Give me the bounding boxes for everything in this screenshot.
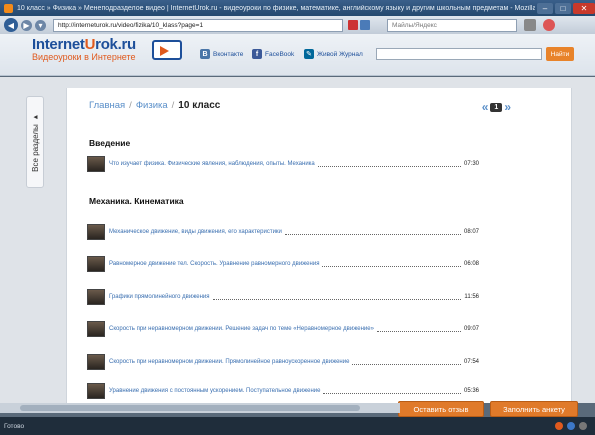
- firefox-icon: [4, 3, 13, 13]
- breadcrumb-subject[interactable]: Физика: [136, 100, 168, 111]
- history-dropdown-icon[interactable]: ▾: [35, 19, 46, 31]
- breadcrumb: Главная / Физика / 10 класс: [89, 100, 221, 111]
- browser-search-input[interactable]: Майлы/Яндекс: [387, 18, 517, 32]
- facebook-icon: f: [252, 49, 262, 59]
- search-go-icon[interactable]: [524, 19, 536, 31]
- tray-icon[interactable]: [555, 422, 563, 430]
- pager-next-button[interactable]: »: [504, 100, 511, 114]
- maximize-button[interactable]: □: [555, 2, 571, 14]
- lesson-title[interactable]: Скорость при неравномерном движении. Пря…: [109, 359, 349, 365]
- lesson-item[interactable]: Скорость при неравномерном движении. Пря…: [87, 352, 479, 372]
- lesson-thumbnail[interactable]: [87, 354, 105, 370]
- social-link-facebook[interactable]: f FaceBook: [252, 49, 294, 59]
- close-button[interactable]: ✕: [573, 2, 595, 14]
- address-bar[interactable]: http://interneturok.ru/video/fizika/10_k…: [53, 18, 343, 32]
- site-search-button[interactable]: Найти: [546, 47, 574, 61]
- lesson-list-panel: Главная / Физика / 10 класс « 1 » Введен…: [66, 88, 572, 403]
- lesson-item[interactable]: Что изучает физика. Физические явления, …: [87, 154, 479, 174]
- site-search-input[interactable]: [376, 48, 542, 60]
- lesson-title[interactable]: Скорость при неравномерном движении. Реш…: [109, 326, 374, 332]
- lesson-item[interactable]: Уравнение движения с постоянным ускорени…: [87, 381, 479, 401]
- status-text: Готово: [4, 422, 25, 430]
- livejournal-icon: ✎: [304, 49, 314, 59]
- pager-current-page[interactable]: 1: [490, 102, 503, 112]
- lesson-duration: 07:30: [463, 161, 479, 167]
- lesson-duration: 05:36: [463, 388, 479, 394]
- lesson-thumbnail[interactable]: [87, 321, 105, 337]
- site-tagline: Видеоуроки в Интернете: [32, 52, 136, 62]
- back-button[interactable]: ◀: [4, 18, 18, 32]
- lesson-item[interactable]: Скорость при неравномерном движении. Реш…: [87, 319, 479, 339]
- horizontal-scrollbar[interactable]: [0, 403, 400, 413]
- lesson-thumbnail[interactable]: [87, 383, 105, 399]
- lesson-thumbnail[interactable]: [87, 289, 105, 305]
- social-link-vkontakte[interactable]: B Вконтакте: [200, 49, 243, 59]
- tray-icon[interactable]: [579, 422, 587, 430]
- window-title: 10 класс » Физика » Менеподразделое виде…: [17, 4, 535, 12]
- forward-button[interactable]: ▶: [21, 19, 32, 31]
- lesson-thumbnail[interactable]: [87, 224, 105, 240]
- window-title-bar: 10 класс » Физика » Менеподразделое виде…: [0, 0, 595, 16]
- lesson-item[interactable]: Равномерное движение тел. Скорость. Урав…: [87, 254, 479, 274]
- site-header: InternetUrok.ru Видеоуроки в Интернете B…: [0, 34, 595, 76]
- addon-icon[interactable]: [543, 19, 555, 31]
- lesson-title[interactable]: Равномерное движение тел. Скорость. Урав…: [109, 261, 319, 267]
- lesson-item[interactable]: Графики прямолинейного движения 11:56: [87, 287, 479, 307]
- lesson-title[interactable]: Что изучает физика. Физические явления, …: [109, 161, 315, 167]
- tray-icon[interactable]: [567, 422, 575, 430]
- pager: « 1 »: [482, 100, 511, 114]
- scrollbar-thumb[interactable]: [20, 405, 360, 411]
- section-title: Введение: [89, 138, 131, 148]
- browser-toolbar: ◀ ▶ ▾ http://interneturok.ru/video/fizik…: [0, 16, 595, 34]
- lesson-title[interactable]: Механическое движение, виды движения, ег…: [109, 229, 282, 235]
- lesson-thumbnail[interactable]: [87, 156, 105, 172]
- breadcrumb-home[interactable]: Главная: [89, 100, 125, 111]
- lesson-title[interactable]: Уравнение движения с постоянным ускорени…: [109, 388, 320, 394]
- leave-feedback-button[interactable]: Оставить отзыв: [398, 401, 484, 417]
- all-sections-toggle[interactable]: Все разделы ▸: [26, 96, 44, 188]
- lesson-thumbnail[interactable]: [87, 256, 105, 272]
- lesson-duration: 07:54: [463, 359, 479, 365]
- bookmark-star-icon[interactable]: [360, 20, 370, 30]
- social-link-livejournal[interactable]: ✎ Живой Журнал: [304, 49, 363, 59]
- flag-icon: [348, 20, 358, 30]
- section-title: Механика. Кинематика: [89, 196, 184, 206]
- lesson-duration: 06:08: [463, 261, 479, 267]
- status-bar: Готово: [0, 417, 595, 435]
- logo-play-icon: [152, 40, 182, 60]
- status-tray: [555, 422, 595, 430]
- breadcrumb-current: 10 класс: [178, 100, 221, 111]
- lesson-duration: 11:56: [464, 294, 479, 300]
- site-logo[interactable]: InternetUrok.ru Видеоуроки в Интернете: [32, 36, 136, 62]
- lesson-duration: 09:07: [463, 326, 479, 332]
- lesson-title[interactable]: Графики прямолинейного движения: [109, 294, 210, 300]
- vkontakte-icon: B: [200, 49, 210, 59]
- pager-prev-button[interactable]: «: [482, 100, 489, 114]
- minimize-button[interactable]: –: [537, 2, 553, 14]
- lesson-item[interactable]: Механическое движение, виды движения, ег…: [87, 222, 479, 242]
- lesson-duration: 08:07: [463, 229, 479, 235]
- fill-survey-button[interactable]: Заполнить анкету: [490, 401, 578, 417]
